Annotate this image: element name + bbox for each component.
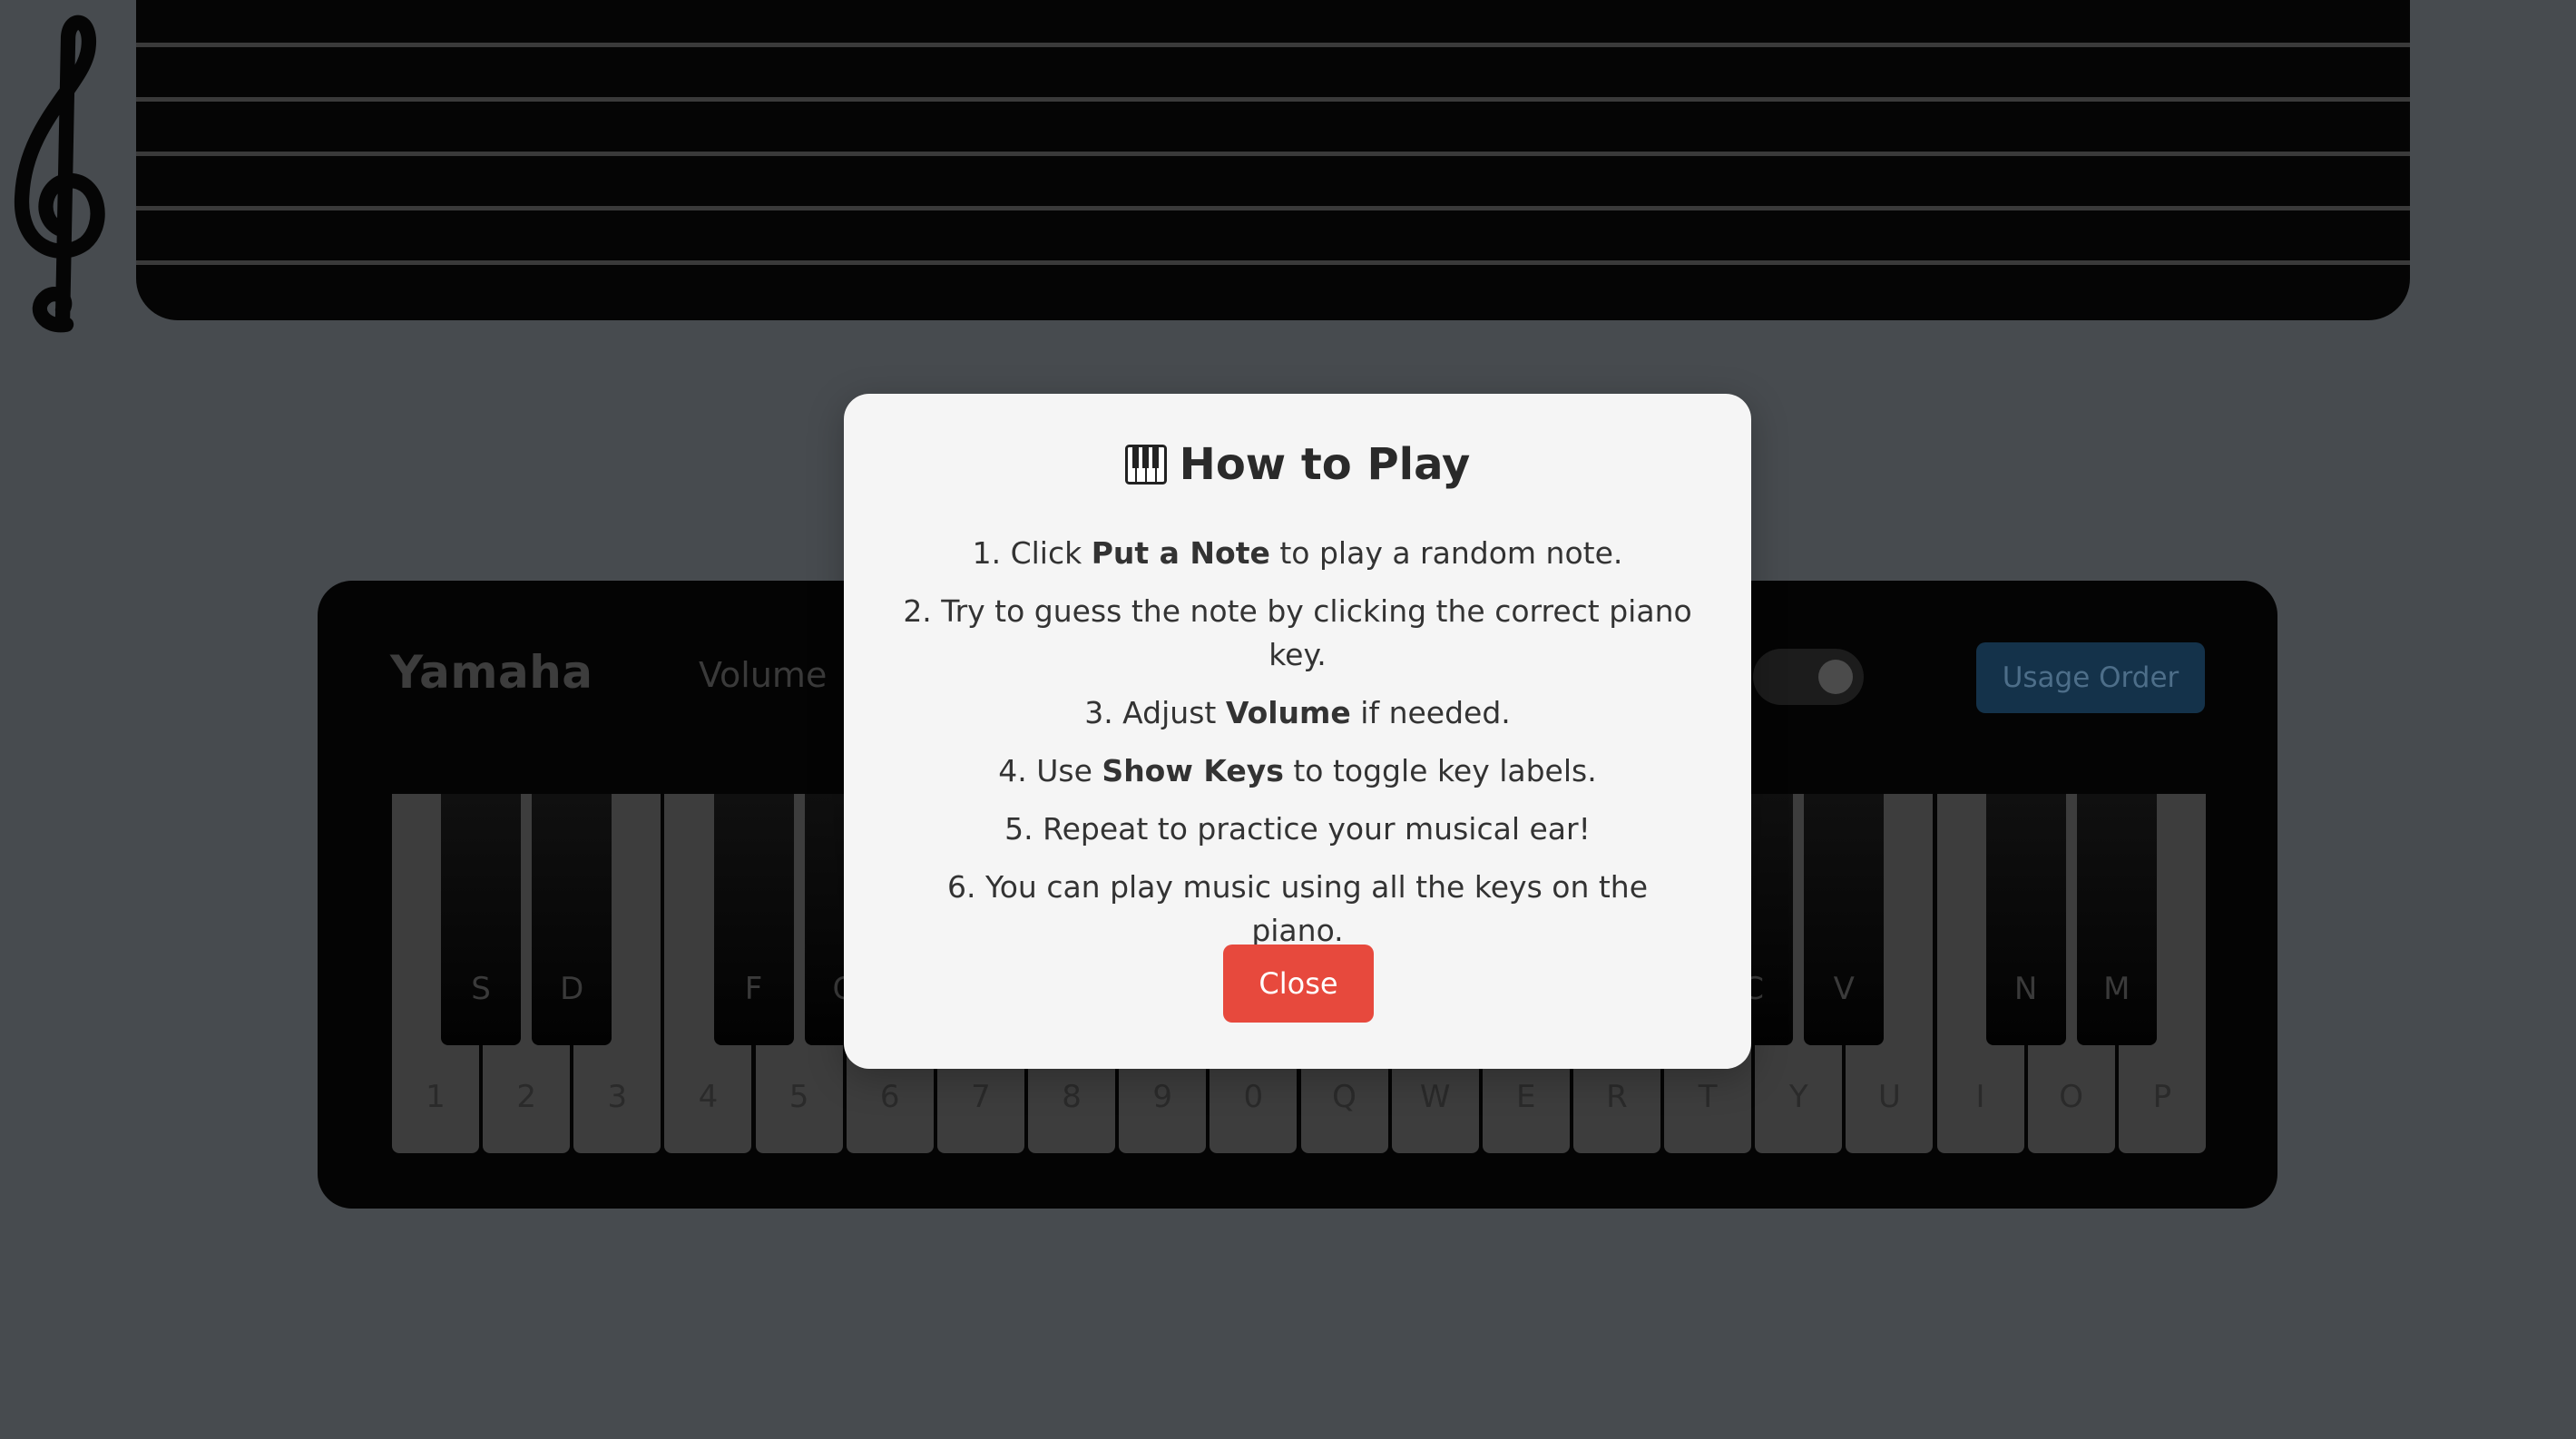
usage-order-button[interactable]: Usage Order [1976, 642, 2205, 713]
step-text: 2. Try to guess the note by clicking the… [903, 593, 1692, 672]
key-label: M [2103, 971, 2130, 1007]
key-label: 1 [426, 1079, 446, 1115]
app-stage: Yamaha Volume Usage Order 1 2 3 4 5 6 7 8 9 0 Q W E R… [0, 0, 2576, 1439]
treble-clef-icon [15, 15, 105, 333]
black-key[interactable]: S [441, 794, 522, 1045]
key-label: 4 [698, 1079, 719, 1115]
step-text: to toggle key labels. [1283, 753, 1597, 788]
step-text: 6. You can play music using all the keys… [946, 869, 1649, 948]
key-label: W [1419, 1079, 1451, 1115]
key-label: Q [1332, 1079, 1357, 1115]
key-label: 9 [1152, 1079, 1172, 1115]
staff-line [136, 152, 2410, 156]
step-text: 3. Adjust [1084, 695, 1226, 730]
brand-name: Yamaha [390, 646, 593, 699]
key-label: 8 [1062, 1079, 1082, 1115]
key-label: 7 [971, 1079, 991, 1115]
key-label: P [2152, 1079, 2172, 1115]
key-label: 5 [788, 1079, 809, 1115]
key-label: S [471, 971, 491, 1007]
close-button[interactable]: Close [1223, 945, 1374, 1023]
key-label: T [1698, 1079, 1718, 1115]
step-text: if needed. [1350, 695, 1511, 730]
instruction-step: 3. Adjust Volume if needed. [898, 691, 1697, 735]
staff-line [136, 97, 2410, 102]
instruction-step: 1. Click Put a Note to play a random not… [898, 532, 1697, 575]
key-label: O [2059, 1079, 2084, 1115]
modal-title: How to Play [844, 439, 1751, 490]
staff-line [136, 260, 2410, 265]
keyboard-icon [1124, 445, 1167, 485]
key-label: 0 [1243, 1079, 1264, 1115]
instruction-step: 2. Try to guess the note by clicking the… [898, 590, 1697, 677]
modal-title-text: How to Play [1179, 439, 1471, 490]
key-label: R [1606, 1079, 1628, 1115]
volume-label: Volume [699, 655, 828, 695]
step-emphasis: Volume [1225, 695, 1351, 730]
staff-line [136, 43, 2410, 47]
step-text: 5. Repeat to practice your musical ear! [1004, 811, 1591, 847]
key-label: V [1833, 971, 1855, 1007]
key-label: N [2013, 971, 2038, 1007]
instruction-list: 1. Click Put a Note to play a random not… [898, 532, 1697, 967]
key-label: Y [1788, 1079, 1808, 1115]
key-label: 2 [516, 1079, 536, 1115]
instruction-step: 5. Repeat to practice your musical ear! [898, 808, 1697, 851]
instruction-step: 6. You can play music using all the keys… [898, 866, 1697, 953]
key-label: E [1516, 1079, 1536, 1115]
key-label: 3 [607, 1079, 628, 1115]
key-label: F [744, 971, 763, 1007]
black-key[interactable]: M [2076, 794, 2157, 1045]
black-key[interactable]: V [1804, 794, 1885, 1045]
instruction-step: 4. Use Show Keys to toggle key labels. [898, 749, 1697, 793]
step-emphasis: Show Keys [1102, 753, 1284, 788]
black-key[interactable]: D [532, 794, 612, 1045]
key-label: D [560, 971, 584, 1007]
black-key[interactable]: F [713, 794, 794, 1045]
step-text: 1. Click [972, 535, 1092, 571]
key-label: 6 [879, 1079, 900, 1115]
toggle-knob [1818, 660, 1853, 694]
how-to-play-modal: How to Play 1. Click Put a Note to play … [844, 394, 1751, 1069]
step-emphasis: Put a Note [1091, 535, 1270, 571]
step-text: to play a random note. [1269, 535, 1623, 571]
show-keys-toggle[interactable] [1753, 649, 1864, 705]
music-staff [136, 0, 2410, 320]
step-text: 4. Use [998, 753, 1102, 788]
staff-line [136, 206, 2410, 210]
key-label: I [1975, 1079, 1985, 1115]
key-label: U [1877, 1079, 1901, 1115]
black-key[interactable]: N [1985, 794, 2066, 1045]
